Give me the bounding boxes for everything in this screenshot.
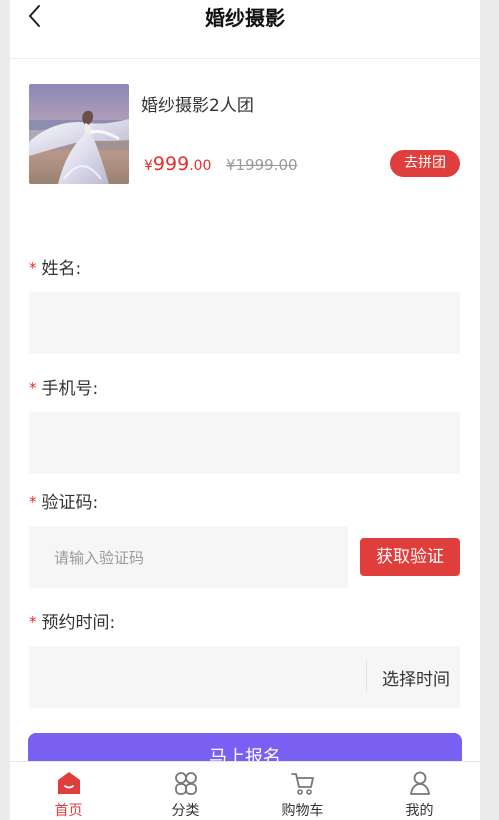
category-icon xyxy=(175,772,197,795)
price-decimal: .00 xyxy=(189,158,212,174)
cart-icon xyxy=(291,773,314,795)
time-divider xyxy=(366,660,367,692)
get-code-button[interactable]: 获取验证 xyxy=(360,538,460,576)
name-input[interactable] xyxy=(29,292,460,354)
appointment-time-label: 预约时间: xyxy=(41,613,116,633)
required-mark: * xyxy=(29,493,37,511)
product-image[interactable] xyxy=(29,84,129,184)
required-mark: * xyxy=(29,259,37,277)
tab-cart-label: 购物车 xyxy=(281,803,324,819)
price-currency: ¥ xyxy=(144,158,153,174)
time-label-row: * 预约时间: xyxy=(29,608,115,633)
product-name: 婚纱摄影2人团 xyxy=(141,96,254,116)
tab-category-label: 分类 xyxy=(171,803,200,819)
phone-label: 手机号: xyxy=(41,379,99,399)
bottom-tab-bar: 首页 分类 购物车 我的 xyxy=(10,761,480,820)
select-time-button[interactable]: 选择时间 xyxy=(382,665,450,690)
tab-home[interactable]: 首页 xyxy=(10,762,127,820)
tab-profile-label: 我的 xyxy=(405,803,434,819)
tab-home-label: 首页 xyxy=(54,803,83,819)
phone-input[interactable] xyxy=(29,412,460,474)
price-integer: 999 xyxy=(152,153,190,175)
phone-label-row: * 手机号: xyxy=(29,374,98,399)
verification-code-input[interactable]: 请输入验证码 xyxy=(29,526,348,588)
verification-code-placeholder: 请输入验证码 xyxy=(54,549,145,567)
name-label-row: * 姓名: xyxy=(29,254,81,279)
name-label: 姓名: xyxy=(41,259,82,279)
required-mark: * xyxy=(29,379,37,397)
tab-profile[interactable]: 我的 xyxy=(361,762,478,820)
top-navigation-bar: 婚纱摄影 xyxy=(10,0,480,59)
phone-screen: 婚纱摄影 婚纱摄影2人团 ¥999.00 ¥1999.00 去拼团 * 姓名: … xyxy=(10,0,480,820)
join-group-button[interactable]: 去拼团 xyxy=(390,150,460,177)
home-icon xyxy=(58,772,80,794)
original-price: ¥1999.00 xyxy=(226,156,298,174)
tab-cart[interactable]: 购物车 xyxy=(244,762,361,820)
wedding-photo-image xyxy=(29,84,129,184)
current-price: ¥999.00 xyxy=(144,153,211,175)
verification-code-label: 验证码: xyxy=(41,493,99,513)
user-icon xyxy=(410,771,430,795)
product-card: 婚纱摄影2人团 ¥999.00 ¥1999.00 去拼团 xyxy=(29,84,461,184)
page-title: 婚纱摄影 xyxy=(205,6,285,30)
required-mark: * xyxy=(29,613,37,631)
code-label-row: * 验证码: xyxy=(29,488,98,513)
tab-category[interactable]: 分类 xyxy=(127,762,244,820)
appointment-time-field[interactable]: 选择时间 xyxy=(29,646,460,708)
